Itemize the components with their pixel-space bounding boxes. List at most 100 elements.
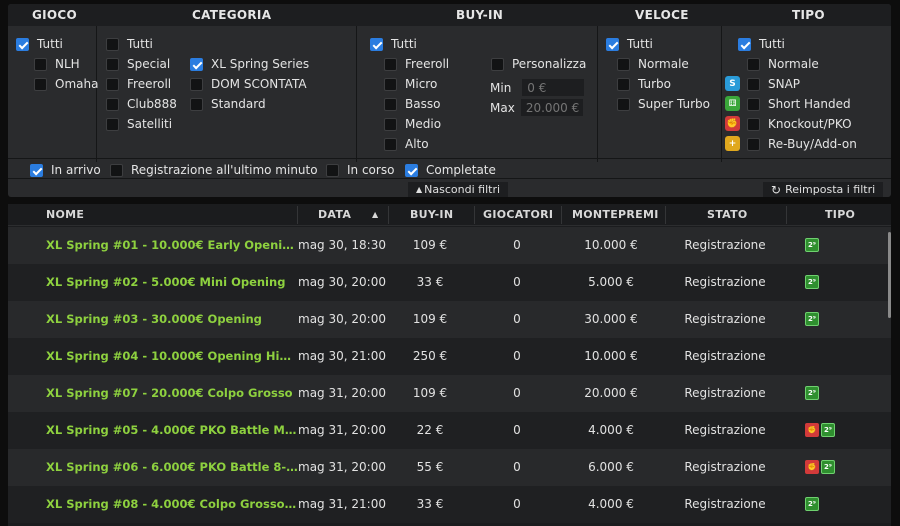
buyin-micro-checkbox[interactable]: Micro — [384, 77, 437, 91]
buyin-alto-checkbox[interactable]: Alto — [384, 137, 429, 151]
max-buyin-input[interactable] — [520, 99, 583, 116]
tournament-status: Registrazione — [684, 460, 766, 474]
buyin-basso-checkbox[interactable]: Basso — [384, 97, 440, 111]
categoria-tutti-checkbox[interactable]: Tutti — [106, 37, 153, 51]
categoria-special-checkbox[interactable]: Special — [106, 57, 170, 71]
checkbox-label: SNAP — [768, 77, 801, 91]
checkbox[interactable] — [384, 57, 397, 71]
tournament-status: Registrazione — [684, 386, 766, 400]
status-completate-checkbox[interactable]: Completate — [405, 163, 496, 177]
veloce-normale-checkbox[interactable]: Normale — [617, 57, 689, 71]
categoria-satelliti-checkbox[interactable]: Satelliti — [106, 117, 172, 131]
checkbox[interactable] — [747, 97, 760, 111]
tournament-date: mag 31, 20:00 — [298, 460, 386, 474]
categoria-freeroll-checkbox[interactable]: Freeroll — [106, 77, 171, 91]
row-divider — [8, 158, 891, 159]
veloce-super-turbo-checkbox[interactable]: Super Turbo — [617, 97, 710, 111]
table-row[interactable]: XL Spring #07 - 20.000€ Colpo Grosso mag … — [8, 375, 891, 412]
checkbox[interactable] — [491, 57, 504, 71]
tournament-players: 0 — [513, 312, 521, 326]
gioco-omaha-checkbox[interactable]: Omaha — [34, 77, 98, 91]
checkbox[interactable] — [405, 163, 418, 177]
buyin-medio-checkbox[interactable]: Medio — [384, 117, 441, 131]
rebuy-icon: + — [725, 136, 740, 151]
table-row[interactable]: XL Spring #05 - 4.000€ PKO Battle Mini 8… — [8, 412, 891, 449]
col-stato[interactable]: STATO — [707, 208, 748, 221]
veloce-turbo-checkbox[interactable]: Turbo — [617, 77, 671, 91]
categoria-xl-spring-series-checkbox[interactable]: XL Spring Series — [190, 57, 309, 71]
checkbox[interactable] — [190, 97, 203, 111]
checkbox[interactable] — [370, 37, 383, 51]
buyin-tutti-checkbox[interactable]: Tutti — [370, 37, 417, 51]
header-buyin: BUY-IN — [456, 8, 504, 22]
table-header: NOME DATA ▲ BUY-IN GIOCATORI MONTEPREMI … — [8, 204, 891, 226]
col-separator — [297, 206, 298, 224]
checkbox[interactable] — [606, 37, 619, 51]
col-data[interactable]: DATA — [318, 208, 351, 221]
tournament-type-tags: ✊ 2⁹ — [805, 423, 835, 437]
table-row[interactable]: XL Spring #02 - 5.000€ Mini Opening mag 3… — [8, 264, 891, 301]
categoria-standard-checkbox[interactable]: Standard — [190, 97, 266, 111]
gioco-tutti-checkbox[interactable]: Tutti — [16, 37, 63, 51]
tipo-snap-checkbox[interactable]: SNAP — [747, 77, 800, 91]
status-in-corso-checkbox[interactable]: In corso — [326, 163, 394, 177]
checkbox[interactable] — [106, 37, 119, 51]
checkbox[interactable] — [106, 57, 119, 71]
table-row[interactable]: XL Spring #03 - 30.000€ Opening mag 30, 2… — [8, 301, 891, 338]
checkbox[interactable] — [747, 137, 760, 151]
categoria-club888-checkbox[interactable]: Club888 — [106, 97, 177, 111]
table-row[interactable]: XL Spring #04 - 10.000€ Opening High Rol… — [8, 338, 891, 375]
checkbox[interactable] — [747, 77, 760, 91]
reset-filters-button[interactable]: ↻ Reimposta i filtri — [763, 182, 884, 197]
checkbox[interactable] — [384, 137, 397, 151]
tournament-name: XL Spring #07 - 20.000€ Colpo Grosso — [46, 386, 293, 400]
col-nome[interactable]: NOME — [46, 208, 84, 221]
hide-filters-button[interactable]: ▲ Nascondi filtri — [408, 182, 509, 197]
status-in-arrivo-checkbox[interactable]: In arrivo — [30, 163, 101, 177]
tipo-knockout-pko-checkbox[interactable]: Knockout/PKO — [747, 117, 852, 131]
checkbox[interactable] — [190, 57, 203, 71]
col-buyin[interactable]: BUY-IN — [410, 208, 453, 221]
status-registrazione-all-ultimo-minuto-checkbox[interactable]: Registrazione all'ultimo minuto — [110, 163, 318, 177]
tipo-normale-checkbox[interactable]: Normale — [747, 57, 819, 71]
checkbox[interactable] — [34, 77, 47, 91]
checkbox-label: Club888 — [127, 97, 177, 111]
checkbox[interactable] — [747, 117, 760, 131]
tipo-short-handed-checkbox[interactable]: Short Handed — [747, 97, 851, 111]
checkbox[interactable] — [106, 97, 119, 111]
checkbox[interactable] — [617, 57, 630, 71]
buyin-personalizza-checkbox[interactable]: Personalizza — [491, 57, 586, 71]
checkbox[interactable] — [738, 37, 751, 51]
min-buyin-input[interactable] — [522, 79, 585, 96]
veloce-tutti-checkbox[interactable]: Tutti — [606, 37, 653, 51]
checkbox[interactable] — [30, 163, 43, 177]
buyin-freeroll-checkbox[interactable]: Freeroll — [384, 57, 449, 71]
checkbox[interactable] — [106, 117, 119, 131]
col-montepremi[interactable]: MONTEPREMI — [572, 208, 659, 221]
col-giocatori[interactable]: GIOCATORI — [483, 208, 553, 221]
checkbox[interactable] — [384, 77, 397, 91]
categoria-dom-scontata-checkbox[interactable]: DOM SCONTATA — [190, 77, 307, 91]
checkbox-label: Re-Buy/Add-on — [768, 137, 857, 151]
checkbox[interactable] — [110, 163, 123, 177]
gioco-nlh-checkbox[interactable]: NLH — [34, 57, 80, 71]
table-row[interactable]: XL Spring #08 - 4.000€ Colpo Grosso Mini… — [8, 486, 891, 523]
checkbox[interactable] — [617, 77, 630, 91]
checkbox-label: Knockout/PKO — [768, 117, 852, 131]
table-row[interactable]: XL Spring #01 - 10.000€ Early Opening mag… — [8, 227, 891, 264]
reset-icon: ↻ — [771, 182, 782, 197]
checkbox[interactable] — [16, 37, 29, 51]
checkbox[interactable] — [326, 163, 339, 177]
tipo-re-buy-add-on-checkbox[interactable]: Re-Buy/Add-on — [747, 137, 857, 151]
checkbox[interactable] — [384, 97, 397, 111]
checkbox[interactable] — [190, 77, 203, 91]
tipo-tutti-checkbox[interactable]: Tutti — [738, 37, 785, 51]
checkbox[interactable] — [747, 57, 760, 71]
checkbox[interactable] — [617, 97, 630, 111]
col-tipo[interactable]: TIPO — [825, 208, 855, 221]
table-row[interactable]: XL Spring #06 - 6.000€ PKO Battle 8-Max m… — [8, 449, 891, 486]
scrollbar-thumb[interactable] — [888, 232, 891, 318]
checkbox[interactable] — [384, 117, 397, 131]
checkbox[interactable] — [34, 57, 47, 71]
checkbox[interactable] — [106, 77, 119, 91]
